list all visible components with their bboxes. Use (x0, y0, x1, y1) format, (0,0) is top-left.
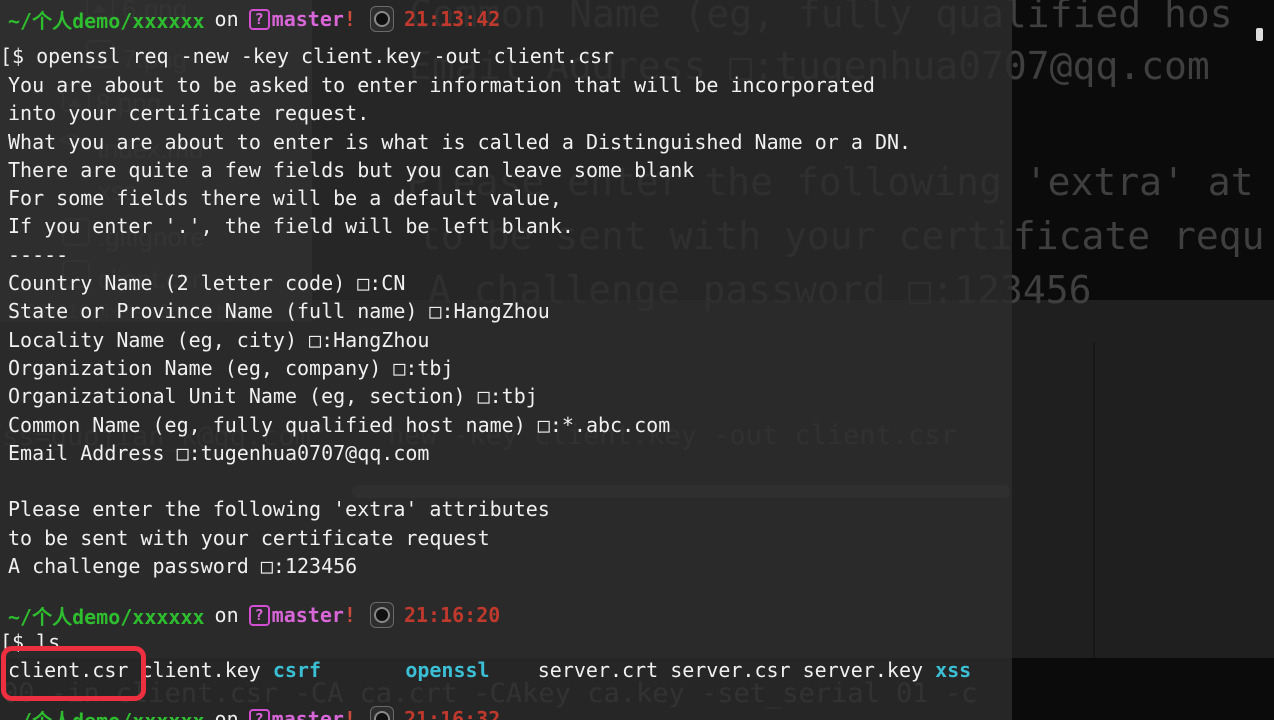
annotation-box-client-csr (1, 646, 146, 701)
git-status-icon: ? (249, 605, 270, 626)
terminal-output-line (8, 467, 911, 495)
terminal-output-line: Please enter the following 'extra' attri… (8, 495, 911, 523)
git-dirty-flag: ! (344, 7, 356, 31)
prompt-on: on (215, 603, 239, 627)
prompt-time: 21:13:42 (404, 7, 500, 31)
git-dirty-flag: ! (344, 707, 356, 720)
terminal-output-line: to be sent with your certificate request (8, 524, 911, 552)
ls-entry-openssl: openssl (405, 658, 537, 682)
terminal-output-line: Country Name (2 letter code) □:CN (8, 269, 911, 297)
git-branch: master (272, 707, 344, 720)
git-branch: master (272, 603, 344, 627)
command-openssl-req: [$ openssl req -new -key client.key -out… (0, 44, 614, 68)
prompt-path: ~/个人demo/xxxxxx (8, 705, 205, 720)
terminal-output-line: Organization Name (eg, company) □:tbj (8, 354, 911, 382)
terminal-output-line: ----- (8, 241, 911, 269)
terminal-output-line: If you enter '.', the field will be left… (8, 212, 911, 240)
terminal-output-line: What you are about to enter is what is c… (8, 128, 911, 156)
terminal-output-line: into your certificate request. (8, 99, 911, 127)
ls-entry-xss: xss (935, 658, 971, 682)
terminal-output-line: There are quite a few fields but you can… (8, 156, 911, 184)
watch-icon (370, 602, 394, 628)
terminal-output-line: A challenge password □:123456 (8, 552, 911, 580)
prompt-path: ~/个人demo/xxxxxx (8, 601, 205, 630)
ls-entry-client.key: client.key (140, 658, 272, 682)
git-branch: master (272, 7, 344, 31)
terminal-output-line: You are about to be asked to enter infor… (8, 71, 911, 99)
terminal-output-line: State or Province Name (full name) □:Han… (8, 297, 911, 325)
ls-entry-server.crt: server.crt (538, 658, 670, 682)
prompt-time: 21:16:32 (404, 707, 500, 720)
terminal-output-line: Organizational Unit Name (eg, section) □… (8, 382, 911, 410)
terminal-output-line: For some fields there will be a default … (8, 184, 911, 212)
shell-prompt: ~/个人demo/xxxxxx on ? master ! 21:13:42 (8, 6, 500, 32)
shell-prompt: ~/个人demo/xxxxxx on ? master ! 21:16:32 (8, 706, 500, 720)
prompt-path: ~/个人demo/xxxxxx (8, 5, 205, 34)
prompt-on: on (215, 707, 239, 720)
ls-entry-csrf: csrf (273, 658, 405, 682)
screen: 6.png7.png8.png<>index.mdxss.gitignorecl… (0, 0, 1274, 720)
shell-prompt: ~/个人demo/xxxxxx on ? master ! 21:16:20 (8, 602, 500, 628)
terminal-output-line: Email Address □:tugenhua0707@qq.com (8, 439, 911, 467)
terminal-output-line: Common Name (eg, fully qualified host na… (8, 411, 911, 439)
git-status-icon: ? (249, 709, 270, 720)
prompt-on: on (215, 7, 239, 31)
ls-entry-server.csr: server.csr (670, 658, 802, 682)
git-dirty-flag: ! (344, 603, 356, 627)
ls-output-row: client.csrclient.keycsrfopensslserver.cr… (8, 658, 971, 682)
terminal-output-line: Locality Name (eg, city) □:HangZhou (8, 326, 911, 354)
prompt-time: 21:16:20 (404, 603, 500, 627)
watch-icon (370, 706, 394, 720)
terminal-content: ~/个人demo/xxxxxx on ? master ! 21:13:42 [… (0, 0, 1274, 720)
git-status-icon: ? (249, 9, 270, 30)
watch-icon (370, 6, 394, 32)
ls-entry-server.key: server.key (803, 658, 935, 682)
openssl-output: You are about to be asked to enter infor… (8, 71, 911, 580)
